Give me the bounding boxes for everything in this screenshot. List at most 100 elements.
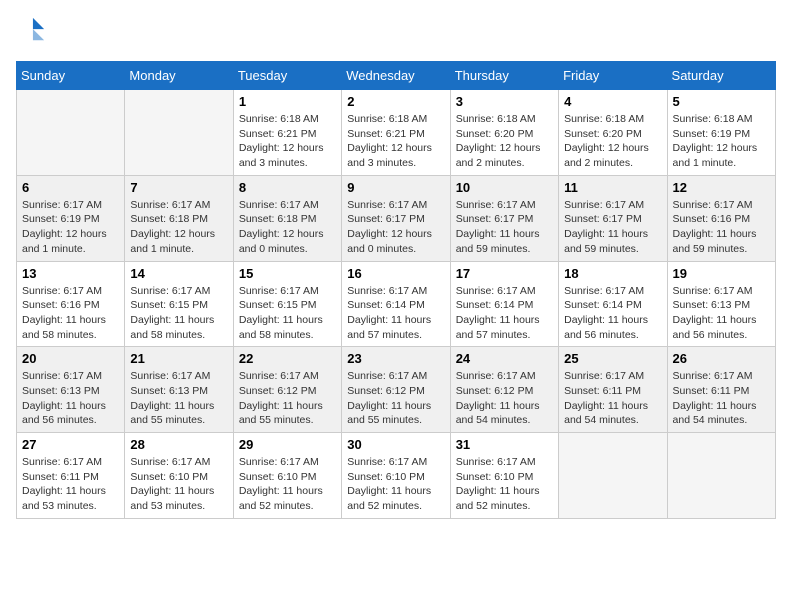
calendar-cell: 2 Sunrise: 6:18 AM Sunset: 6:21 PM Daylig… — [342, 90, 450, 176]
calendar-cell: 30Sunrise: 6:17 AM Sunset: 6:10 PM Dayli… — [342, 433, 450, 519]
calendar-cell: 29 Sunrise: 6:17 AM Sunset: 6:10 PM Dayli… — [233, 433, 341, 519]
day-info: Sunrise: 6:17 AM Sunset: 6:13 PM Dayligh… — [22, 369, 119, 428]
day-number: 5 — [673, 94, 770, 109]
calendar-cell: 5Sunrise: 6:18 AM Sunset: 6:19 PM Daylig… — [667, 90, 775, 176]
day-info: Sunrise: 6:17 AM Sunset: 6:10 PM Dayligh… — [239, 455, 336, 514]
day-number: 15 — [239, 266, 336, 281]
day-number: 7 — [130, 180, 227, 195]
day-info: Sunrise: 6:18 AM Sunset: 6:20 PM Dayligh… — [456, 112, 553, 171]
day-number: 11 — [564, 180, 661, 195]
day-number: 3 — [456, 94, 553, 109]
day-info: Sunrise: 6:17 AM Sunset: 6:17 PM Dayligh… — [564, 198, 661, 257]
day-number: 2 — [347, 94, 444, 109]
day-number: 10 — [456, 180, 553, 195]
day-info: Sunrise: 6:17 AM Sunset: 6:12 PM Dayligh… — [456, 369, 553, 428]
day-info: Sunrise: 6:17 AM Sunset: 6:17 PM Dayligh… — [347, 198, 444, 257]
calendar-cell: 14 Sunrise: 6:17 AM Sunset: 6:15 PM Dayli… — [125, 261, 233, 347]
calendar-cell: 28 Sunrise: 6:17 AM Sunset: 6:10 PM Dayli… — [125, 433, 233, 519]
day-number: 1 — [239, 94, 336, 109]
calendar-cell: 16 Sunrise: 6:17 AM Sunset: 6:14 PM Dayli… — [342, 261, 450, 347]
day-info: Sunrise: 6:17 AM Sunset: 6:10 PM Dayligh… — [456, 455, 553, 514]
calendar-cell: 19 Sunrise: 6:17 AM Sunset: 6:13 PM Dayli… — [667, 261, 775, 347]
day-info: Sunrise: 6:17 AM Sunset: 6:11 PM Dayligh… — [564, 369, 661, 428]
weekday-header-thursday: Thursday — [450, 62, 558, 90]
calendar-week-1: 1 Sunrise: 6:18 AM Sunset: 6:21 PM Daylig… — [17, 90, 776, 176]
day-info: Sunrise: 6:17 AM Sunset: 6:17 PM Dayligh… — [456, 198, 553, 257]
day-number: 26 — [673, 351, 770, 366]
calendar-cell: 3 Sunrise: 6:18 AM Sunset: 6:20 PM Daylig… — [450, 90, 558, 176]
calendar-cell — [667, 433, 775, 519]
day-info: Sunrise: 6:17 AM Sunset: 6:15 PM Dayligh… — [130, 284, 227, 343]
calendar-cell: 31Sunrise: 6:17 AM Sunset: 6:10 PM Dayli… — [450, 433, 558, 519]
logo-icon — [18, 16, 46, 44]
day-number: 8 — [239, 180, 336, 195]
day-info: Sunrise: 6:17 AM Sunset: 6:11 PM Dayligh… — [22, 455, 119, 514]
day-info: Sunrise: 6:17 AM Sunset: 6:13 PM Dayligh… — [673, 284, 770, 343]
day-info: Sunrise: 6:17 AM Sunset: 6:10 PM Dayligh… — [347, 455, 444, 514]
day-number: 20 — [22, 351, 119, 366]
calendar-cell: 22 Sunrise: 6:17 AM Sunset: 6:12 PM Dayli… — [233, 347, 341, 433]
weekday-header-friday: Friday — [559, 62, 667, 90]
day-number: 14 — [130, 266, 227, 281]
calendar-cell: 7 Sunrise: 6:17 AM Sunset: 6:18 PM Daylig… — [125, 175, 233, 261]
calendar-cell: 4 Sunrise: 6:18 AM Sunset: 6:20 PM Daylig… — [559, 90, 667, 176]
day-info: Sunrise: 6:18 AM Sunset: 6:21 PM Dayligh… — [347, 112, 444, 171]
weekday-header-saturday: Saturday — [667, 62, 775, 90]
calendar-cell: 21Sunrise: 6:17 AM Sunset: 6:13 PM Dayli… — [125, 347, 233, 433]
day-info: Sunrise: 6:17 AM Sunset: 6:12 PM Dayligh… — [239, 369, 336, 428]
calendar-cell: 24 Sunrise: 6:17 AM Sunset: 6:12 PM Dayli… — [450, 347, 558, 433]
day-info: Sunrise: 6:17 AM Sunset: 6:14 PM Dayligh… — [564, 284, 661, 343]
day-number: 28 — [130, 437, 227, 452]
day-info: Sunrise: 6:17 AM Sunset: 6:18 PM Dayligh… — [239, 198, 336, 257]
calendar-week-5: 27 Sunrise: 6:17 AM Sunset: 6:11 PM Dayli… — [17, 433, 776, 519]
day-info: Sunrise: 6:17 AM Sunset: 6:18 PM Dayligh… — [130, 198, 227, 257]
day-number: 22 — [239, 351, 336, 366]
day-info: Sunrise: 6:17 AM Sunset: 6:11 PM Dayligh… — [673, 369, 770, 428]
calendar-cell: 6 Sunrise: 6:17 AM Sunset: 6:19 PM Daylig… — [17, 175, 125, 261]
day-info: Sunrise: 6:17 AM Sunset: 6:15 PM Dayligh… — [239, 284, 336, 343]
day-number: 25 — [564, 351, 661, 366]
calendar-cell: 9 Sunrise: 6:17 AM Sunset: 6:17 PM Daylig… — [342, 175, 450, 261]
calendar-cell: 15 Sunrise: 6:17 AM Sunset: 6:15 PM Dayli… — [233, 261, 341, 347]
calendar-cell — [17, 90, 125, 176]
calendar-table: SundayMondayTuesdayWednesdayThursdayFrid… — [16, 61, 776, 519]
calendar-cell: 1 Sunrise: 6:18 AM Sunset: 6:21 PM Daylig… — [233, 90, 341, 176]
day-number: 16 — [347, 266, 444, 281]
day-info: Sunrise: 6:17 AM Sunset: 6:14 PM Dayligh… — [347, 284, 444, 343]
weekday-header-monday: Monday — [125, 62, 233, 90]
weekday-header-wednesday: Wednesday — [342, 62, 450, 90]
day-info: Sunrise: 6:17 AM Sunset: 6:19 PM Dayligh… — [22, 198, 119, 257]
day-number: 29 — [239, 437, 336, 452]
calendar-cell: 11 Sunrise: 6:17 AM Sunset: 6:17 PM Dayli… — [559, 175, 667, 261]
day-info: Sunrise: 6:17 AM Sunset: 6:12 PM Dayligh… — [347, 369, 444, 428]
day-number: 24 — [456, 351, 553, 366]
day-number: 6 — [22, 180, 119, 195]
weekday-header-row: SundayMondayTuesdayWednesdayThursdayFrid… — [17, 62, 776, 90]
calendar-cell: 18Sunrise: 6:17 AM Sunset: 6:14 PM Dayli… — [559, 261, 667, 347]
calendar-cell: 27 Sunrise: 6:17 AM Sunset: 6:11 PM Dayli… — [17, 433, 125, 519]
calendar-cell: 26 Sunrise: 6:17 AM Sunset: 6:11 PM Dayli… — [667, 347, 775, 433]
weekday-header-tuesday: Tuesday — [233, 62, 341, 90]
day-info: Sunrise: 6:18 AM Sunset: 6:21 PM Dayligh… — [239, 112, 336, 171]
page-header — [16, 16, 776, 49]
calendar-cell: 20 Sunrise: 6:17 AM Sunset: 6:13 PM Dayli… — [17, 347, 125, 433]
calendar-cell — [559, 433, 667, 519]
day-number: 27 — [22, 437, 119, 452]
logo — [16, 16, 46, 49]
day-number: 9 — [347, 180, 444, 195]
day-info: Sunrise: 6:17 AM Sunset: 6:13 PM Dayligh… — [130, 369, 227, 428]
day-info: Sunrise: 6:17 AM Sunset: 6:10 PM Dayligh… — [130, 455, 227, 514]
calendar-cell: 13Sunrise: 6:17 AM Sunset: 6:16 PM Dayli… — [17, 261, 125, 347]
day-number: 12 — [673, 180, 770, 195]
day-number: 23 — [347, 351, 444, 366]
calendar-cell: 12Sunrise: 6:17 AM Sunset: 6:16 PM Dayli… — [667, 175, 775, 261]
day-info: Sunrise: 6:17 AM Sunset: 6:14 PM Dayligh… — [456, 284, 553, 343]
weekday-header-sunday: Sunday — [17, 62, 125, 90]
day-number: 19 — [673, 266, 770, 281]
calendar-week-2: 6 Sunrise: 6:17 AM Sunset: 6:19 PM Daylig… — [17, 175, 776, 261]
day-number: 17 — [456, 266, 553, 281]
calendar-cell: 10 Sunrise: 6:17 AM Sunset: 6:17 PM Dayli… — [450, 175, 558, 261]
day-info: Sunrise: 6:18 AM Sunset: 6:20 PM Dayligh… — [564, 112, 661, 171]
day-number: 13 — [22, 266, 119, 281]
day-number: 4 — [564, 94, 661, 109]
